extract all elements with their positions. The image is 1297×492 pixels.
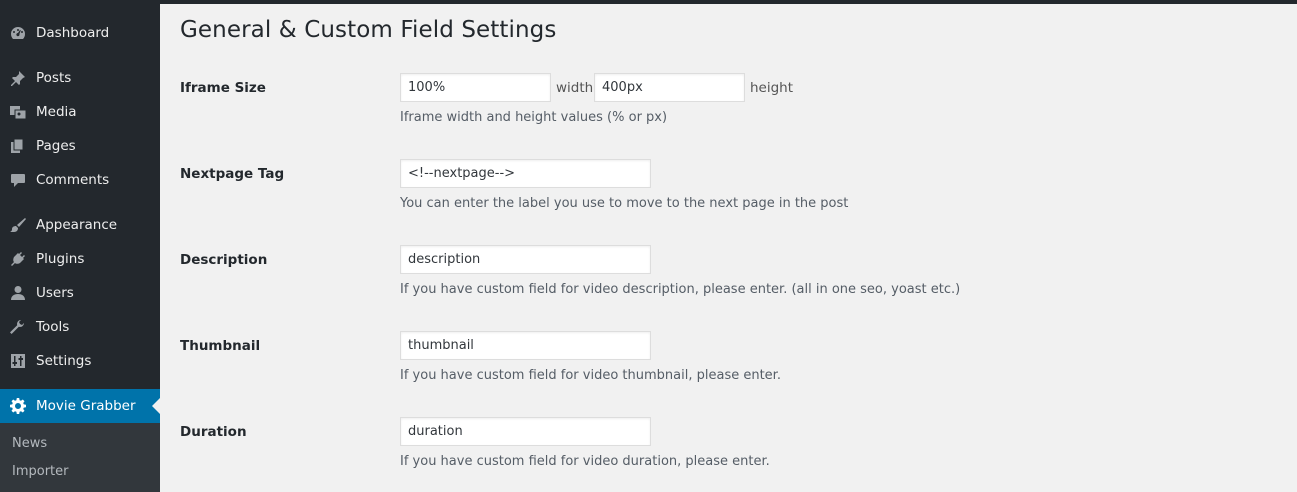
height-unit-label: height — [750, 80, 794, 96]
sidebar-item-label: Media — [36, 104, 77, 120]
iframe-height-input[interactable] — [594, 73, 745, 102]
duration-field-description: If you have custom field for video durat… — [400, 454, 770, 469]
sidebar-item-label: Users — [36, 285, 74, 301]
description-field-input[interactable] — [400, 245, 651, 274]
sidebar-item-movie-grabber[interactable]: Movie Grabber — [0, 389, 160, 423]
admin-sidebar: Dashboard Posts Media Pages Comments App… — [0, 0, 160, 492]
thumbnail-field-description: If you have custom field for video thumb… — [400, 368, 781, 383]
pin-icon — [9, 70, 27, 86]
sidebar-item-label: Dashboard — [36, 25, 110, 41]
sidebar-item-label: Appearance — [36, 217, 118, 233]
width-unit-label: width — [556, 80, 594, 96]
sidebar-item-label: Posts — [36, 70, 72, 86]
user-icon — [9, 285, 27, 301]
sidebar-item-appearance[interactable]: Appearance — [0, 208, 160, 242]
settings-sliders-icon — [9, 353, 27, 369]
submenu-item-importer[interactable]: Importer — [12, 464, 69, 479]
sidebar-item-label: Comments — [36, 172, 110, 188]
submenu-item-news[interactable]: News — [12, 436, 47, 451]
dashboard-icon — [9, 25, 27, 41]
sidebar-item-tools[interactable]: Tools — [0, 310, 160, 344]
sidebar-item-label: Movie Grabber — [36, 398, 136, 414]
nextpage-tag-input[interactable] — [400, 159, 651, 188]
submenu: News Importer — [0, 423, 160, 492]
sidebar-item-posts[interactable]: Posts — [0, 61, 160, 95]
pages-icon — [9, 138, 27, 154]
sidebar-item-label: Plugins — [36, 251, 85, 267]
thumbnail-field-input[interactable] — [400, 331, 651, 360]
gear-icon — [9, 398, 27, 414]
sidebar-item-label: Settings — [36, 353, 92, 369]
wrench-icon — [9, 319, 27, 335]
nextpage-tag-label: Nextpage Tag — [180, 166, 285, 182]
sidebar-item-media[interactable]: Media — [0, 95, 160, 129]
sidebar-item-settings[interactable]: Settings — [0, 344, 160, 378]
sidebar-item-comments[interactable]: Comments — [0, 163, 160, 197]
iframe-width-input[interactable] — [400, 73, 551, 102]
brush-icon — [9, 217, 27, 233]
sidebar-item-users[interactable]: Users — [0, 276, 160, 310]
thumbnail-label: Thumbnail — [180, 338, 261, 354]
iframe-size-description: Iframe width and height values (% or px) — [400, 110, 668, 125]
duration-label: Duration — [180, 424, 247, 440]
admin-bar — [0, 0, 1297, 4]
media-icon — [9, 104, 27, 120]
sidebar-item-pages[interactable]: Pages — [0, 129, 160, 163]
iframe-size-label: Iframe Size — [180, 80, 266, 96]
plug-icon — [9, 251, 27, 267]
description-label: Description — [180, 252, 268, 268]
active-menu-arrow — [152, 398, 160, 414]
description-field-description: If you have custom field for video descr… — [400, 282, 961, 297]
page-title: General & Custom Field Settings — [180, 17, 557, 43]
sidebar-item-label: Tools — [36, 319, 70, 335]
duration-field-input[interactable] — [400, 417, 651, 446]
sidebar-item-label: Pages — [36, 138, 76, 154]
sidebar-item-plugins[interactable]: Plugins — [0, 242, 160, 276]
nextpage-tag-description: You can enter the label you use to move … — [400, 196, 849, 211]
comment-icon — [9, 172, 27, 188]
sidebar-item-dashboard[interactable]: Dashboard — [0, 16, 160, 50]
